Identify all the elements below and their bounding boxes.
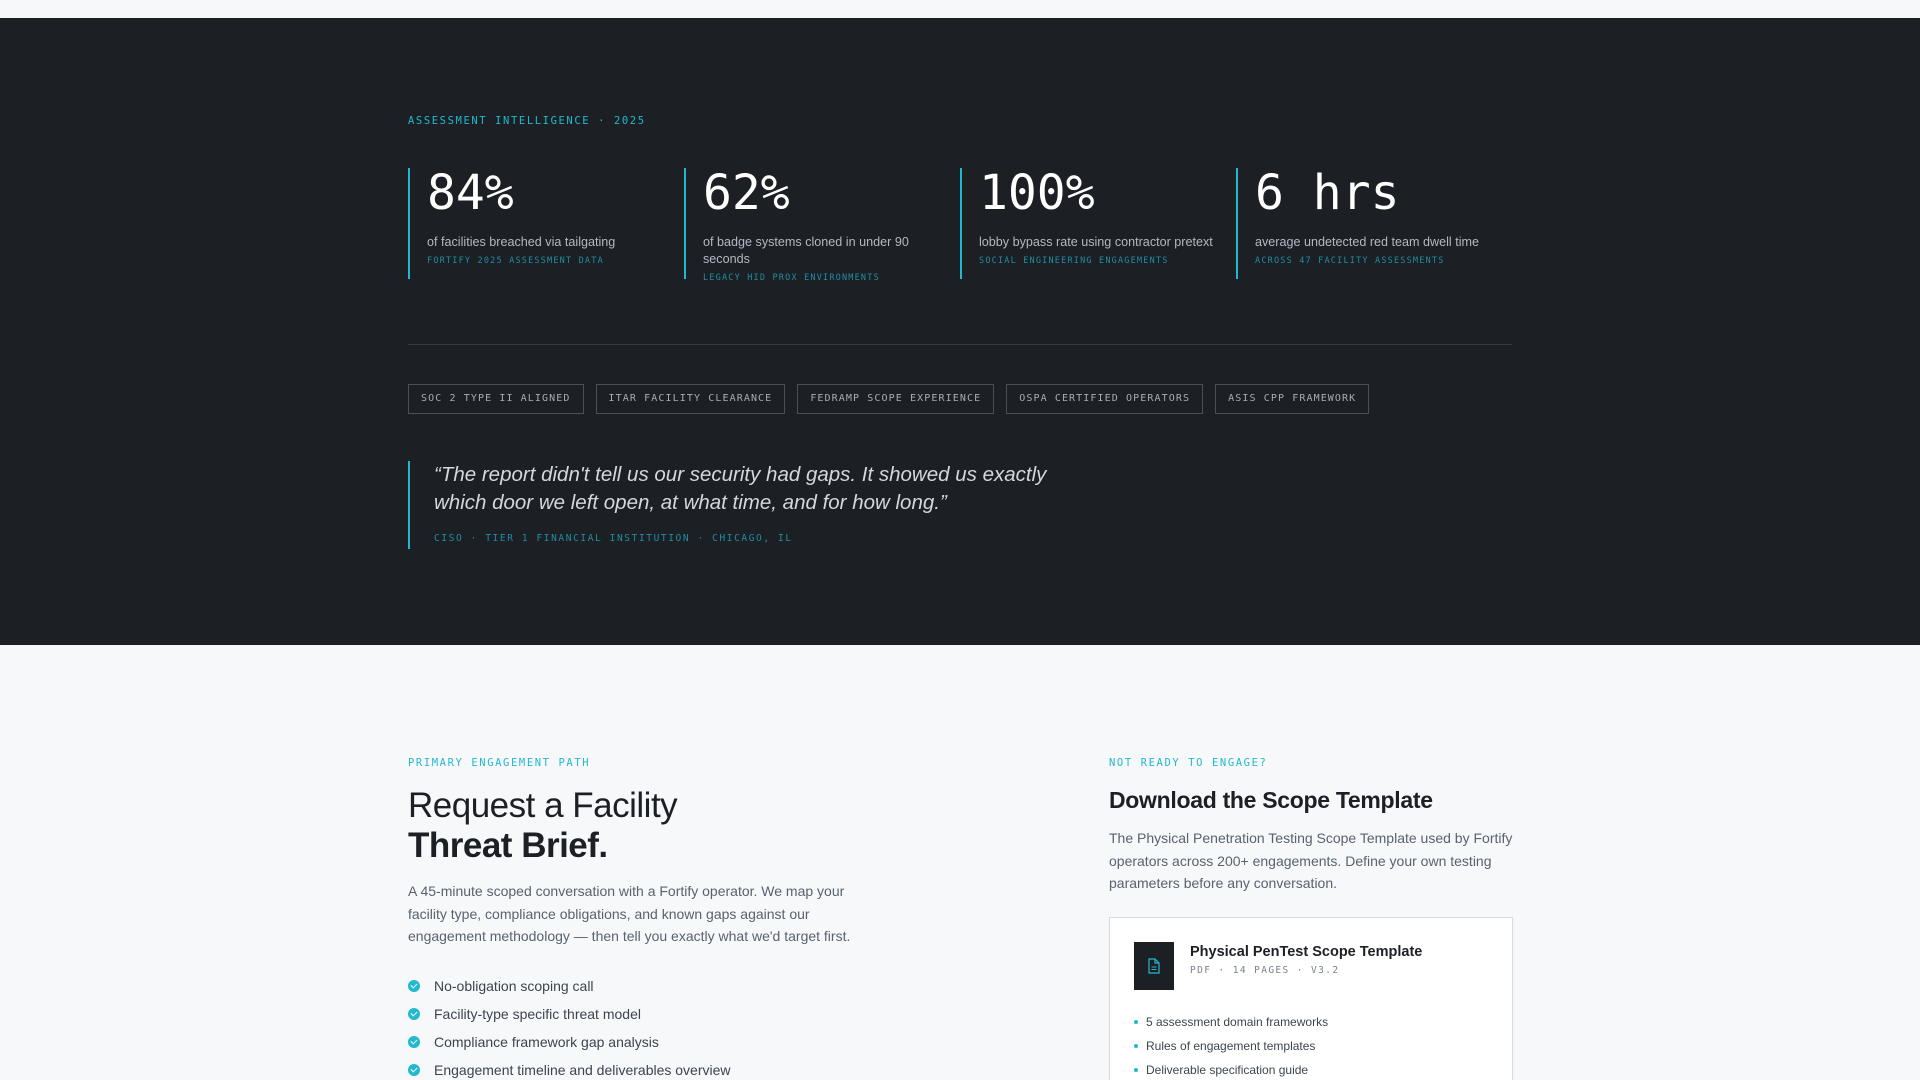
cert-badge: SOC 2 TYPE II ALIGNED <box>408 384 584 414</box>
assessment-intelligence-section: ASSESSMENT INTELLIGENCE · 2025 84% of fa… <box>0 18 1920 645</box>
bullet-dot-icon <box>1134 1019 1138 1024</box>
card-list-item: 5 assessment domain frameworks <box>1134 1010 1488 1034</box>
testimonial-quote: “The report didn't tell us our security … <box>408 461 1088 549</box>
benefits-checklist: No-obligation scoping call Facility-type… <box>408 972 888 1080</box>
primary-title-line2: Threat Brief. <box>408 826 608 865</box>
stats-row: 84% of facilities breached via tailgatin… <box>408 165 1512 283</box>
check-circle-icon <box>408 1035 420 1048</box>
checklist-item: Compliance framework gap analysis <box>408 1028 888 1056</box>
checklist-item: No-obligation scoping call <box>408 972 888 1000</box>
primary-description: A 45-minute scoped conversation with a F… <box>408 883 851 944</box>
stat-value: 100% <box>979 165 1095 221</box>
stat-value: 84% <box>427 165 514 221</box>
checklist-label: Facility-type specific threat model <box>434 1005 641 1022</box>
card-meta: Physical PenTest Scope Template PDF · 14… <box>1190 942 1422 976</box>
check-circle-icon <box>408 1007 420 1020</box>
card-list-item: Deliverable specification guide <box>1134 1058 1488 1080</box>
stat-card: 6 hrs average undetected red team dwell … <box>1236 168 1512 279</box>
stat-label: lobby bypass rate using contractor prete… <box>979 235 1213 249</box>
stat-source: FORTIFY 2025 ASSESSMENT DATA <box>427 256 604 266</box>
cert-badge: ASIS CPP FRAMEWORK <box>1215 384 1370 414</box>
checklist-label: Compliance framework gap analysis <box>434 1033 659 1050</box>
card-title: Physical PenTest Scope Template <box>1190 943 1423 960</box>
check-circle-icon <box>408 979 420 992</box>
cert-badge: OSPA CERTIFIED OPERATORS <box>1006 384 1204 414</box>
card-list-label: 5 assessment domain frameworks <box>1146 1014 1329 1029</box>
stat-label: of badge systems cloned in under 90 seco… <box>703 235 909 266</box>
stat-card: 84% of facilities breached via tailgatin… <box>408 168 684 279</box>
secondary-eyebrow: NOT READY TO ENGAGE? <box>1109 757 1268 769</box>
quote-text: “The report didn't tell us our security … <box>434 463 1047 514</box>
certification-badges: SOC 2 TYPE II ALIGNED ITAR FACILITY CLEA… <box>408 384 1512 414</box>
checklist-label: No-obligation scoping call <box>434 977 594 994</box>
card-list-label: Rules of engagement templates <box>1146 1038 1316 1053</box>
primary-engagement-section: PRIMARY ENGAGEMENT PATH Request a Facili… <box>408 757 888 1080</box>
primary-title: Request a Facility Threat Brief. <box>408 786 888 866</box>
card-file-info: PDF · 14 PAGES · V3.2 <box>1190 964 1340 976</box>
primary-title-line1: Request a Facility <box>408 786 678 825</box>
bullet-dot-icon <box>1134 1043 1138 1048</box>
stat-label: of facilities breached via tailgating <box>427 235 616 249</box>
scope-template-section: NOT READY TO ENGAGE? Download the Scope … <box>1109 757 1513 1080</box>
stat-card: 100% lobby bypass rate using contractor … <box>960 168 1236 279</box>
quote-citation: CISO · TIER 1 FINANCIAL INSTITUTION · CH… <box>434 533 793 544</box>
secondary-title: Download the Scope Template <box>1109 787 1433 813</box>
section-divider <box>408 344 1512 345</box>
stat-value: 6 hrs <box>1255 165 1400 221</box>
secondary-description: The Physical Penetration Testing Scope T… <box>1109 830 1513 891</box>
card-list-item: Rules of engagement templates <box>1134 1034 1488 1058</box>
checklist-item: Engagement timeline and deliverables ove… <box>408 1056 888 1080</box>
checklist-label: Engagement timeline and deliverables ove… <box>434 1061 731 1078</box>
card-header: Physical PenTest Scope Template PDF · 14… <box>1134 941 1488 990</box>
document-icon <box>1134 941 1174 990</box>
scope-template-card[interactable]: Physical PenTest Scope Template PDF · 14… <box>1109 916 1513 1080</box>
intel-eyebrow: ASSESSMENT INTELLIGENCE · 2025 <box>408 115 646 127</box>
card-list-label: Deliverable specification guide <box>1146 1062 1309 1077</box>
primary-eyebrow: PRIMARY ENGAGEMENT PATH <box>408 757 591 769</box>
stat-card: 62% of badge systems cloned in under 90 … <box>684 165 960 283</box>
stat-source: ACROSS 47 FACILITY ASSESSMENTS <box>1255 256 1445 266</box>
check-circle-icon <box>408 1063 420 1076</box>
bullet-dot-icon <box>1134 1067 1138 1072</box>
checklist-item: Facility-type specific threat model <box>408 1000 888 1028</box>
stat-source: SOCIAL ENGINEERING ENGAGEMENTS <box>979 256 1169 266</box>
cert-badge: FEDRAMP SCOPE EXPERIENCE <box>797 384 995 414</box>
stat-label: average undetected red team dwell time <box>1255 235 1480 249</box>
stat-value: 62% <box>703 165 790 221</box>
stat-source: LEGACY HID PROX ENVIRONMENTS <box>703 273 880 283</box>
cert-badge: ITAR FACILITY CLEARANCE <box>595 384 786 414</box>
card-contents-list: 5 assessment domain frameworks Rules of … <box>1134 1010 1488 1080</box>
top-strip <box>0 0 1920 18</box>
